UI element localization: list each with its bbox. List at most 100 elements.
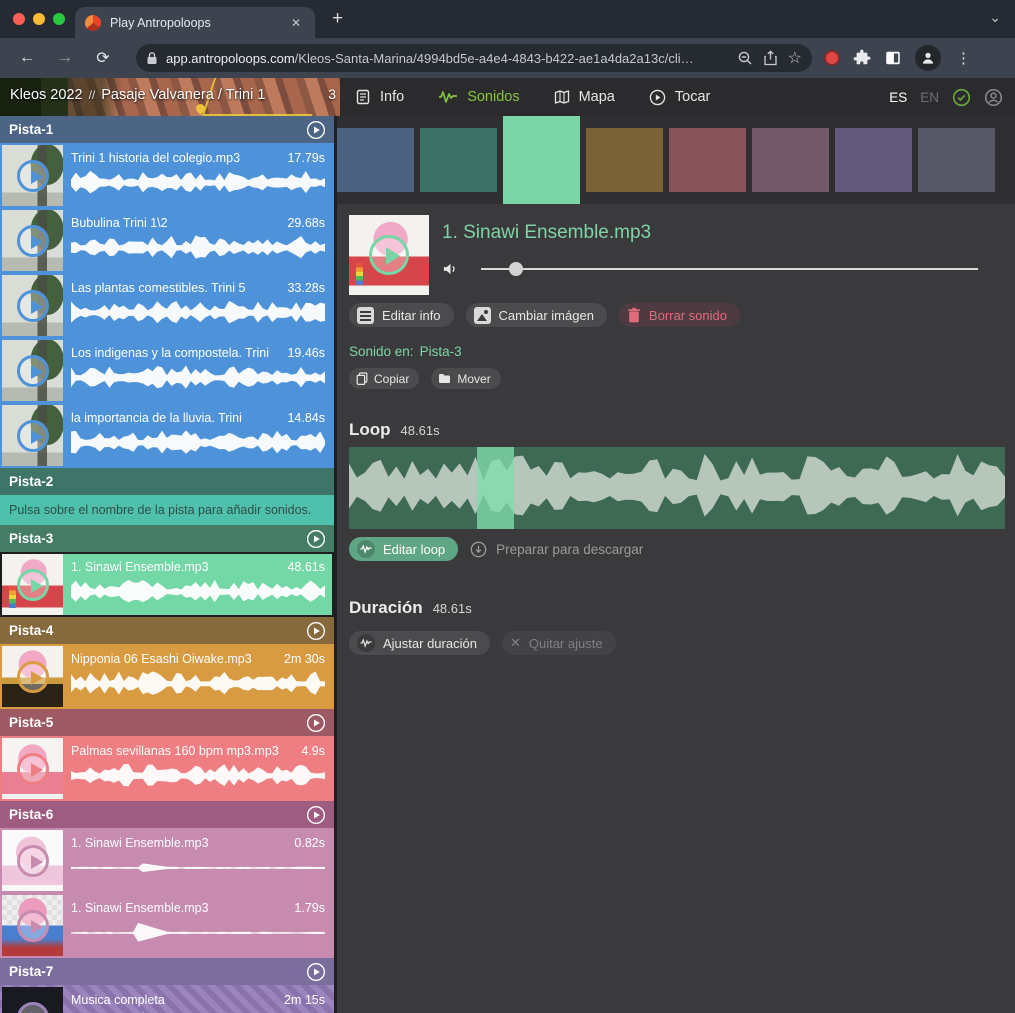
browser-menu-icon[interactable]: ⋮: [956, 49, 971, 67]
track-play-icon[interactable]: [306, 713, 326, 733]
prepare-download-button[interactable]: Preparar para descargar: [470, 541, 643, 558]
loop-heading: Loop 48.61s: [349, 420, 1005, 440]
duration-title: Duración: [349, 598, 423, 618]
clip-row[interactable]: Musica completa2m 15s: [0, 985, 334, 1013]
change-image-button[interactable]: Cambiar imágen: [466, 303, 607, 327]
tab-close-icon[interactable]: ✕: [287, 14, 305, 32]
clip-play-icon[interactable]: [17, 753, 49, 785]
clip-row[interactable]: la importancia de la lluvia. Trini14.84s: [0, 403, 334, 468]
share-icon[interactable]: [763, 50, 778, 66]
sound-image-thumbnail[interactable]: [349, 215, 429, 295]
map-icon: [554, 89, 570, 105]
close-window-button[interactable]: [13, 13, 25, 25]
palette-swatch[interactable]: [586, 128, 663, 192]
side-panel-icon[interactable]: [884, 49, 902, 67]
sync-check-icon[interactable]: [952, 88, 971, 107]
track-header[interactable]: Pista-1: [0, 116, 334, 143]
clip-row[interactable]: 1. Sinawi Ensemble.mp30.82s: [0, 828, 334, 893]
sound-play-icon[interactable]: [369, 235, 409, 275]
clip-play-icon[interactable]: [17, 290, 49, 322]
minimize-window-button[interactable]: [33, 13, 45, 25]
edit-loop-button[interactable]: Editar loop: [349, 537, 458, 561]
adjust-duration-button[interactable]: Ajustar duración: [349, 631, 490, 655]
speaker-icon[interactable]: [442, 261, 459, 277]
clip-play-icon[interactable]: [17, 661, 49, 693]
clip-row[interactable]: Las plantas comestibles. Trini 533.28s: [0, 273, 334, 338]
track-header[interactable]: Pista-5: [0, 709, 334, 736]
peppa-pale-thumbnail: [2, 830, 63, 891]
track-name: Pista-6: [9, 807, 53, 822]
lang-es[interactable]: ES: [889, 90, 907, 105]
clip-body: 1. Sinawi Ensemble.mp348.61s: [63, 554, 332, 615]
loop-waveform[interactable]: [349, 447, 1005, 529]
edit-info-button[interactable]: Editar info: [349, 303, 454, 327]
volume-slider[interactable]: [481, 262, 978, 276]
track-play-icon[interactable]: [306, 805, 326, 825]
breadcrumb-project[interactable]: Kleos 2022: [10, 87, 83, 103]
track-header[interactable]: Pista-2: [0, 468, 334, 495]
clip-row[interactable]: Nipponia 06 Esashi Oiwake.mp32m 30s: [0, 644, 334, 709]
clip-play-icon[interactable]: [17, 569, 49, 601]
palette-swatch[interactable]: [835, 128, 912, 192]
tab-info[interactable]: Info: [355, 89, 404, 105]
clip-play-icon[interactable]: [17, 1002, 49, 1013]
tab-mapa[interactable]: Mapa: [554, 89, 615, 105]
clip-row[interactable]: Trini 1 historia del colegio.mp317.79s: [0, 143, 334, 208]
forward-button[interactable]: →: [51, 44, 79, 72]
clip-row[interactable]: 1. Sinawi Ensemble.mp31.79s: [0, 893, 334, 958]
clip-play-icon[interactable]: [17, 355, 49, 387]
clip-play-icon[interactable]: [17, 910, 49, 942]
clip-row[interactable]: Palmas sevillanas 160 bpm mp3.mp34.9s: [0, 736, 334, 801]
clip-play-icon[interactable]: [17, 420, 49, 452]
move-button[interactable]: Mover: [431, 368, 500, 389]
clip-row[interactable]: 1. Sinawi Ensemble.mp348.61s: [0, 552, 334, 617]
lang-en[interactable]: EN: [920, 90, 939, 105]
palette-swatch[interactable]: [503, 116, 580, 204]
account-icon[interactable]: [984, 88, 1003, 107]
volume-slider-knob[interactable]: [509, 262, 523, 276]
track-play-icon[interactable]: [306, 120, 326, 140]
profile-avatar[interactable]: [915, 45, 941, 71]
palette-swatch[interactable]: [337, 128, 414, 192]
aerial-map-banner[interactable]: 3 Kleos 2022//Pasaje Valvanera / Trini 1: [0, 78, 340, 116]
clip-row[interactable]: Los indigenas y la compostela. Trini19.4…: [0, 338, 334, 403]
sound-in-track-link[interactable]: Pista-3: [420, 344, 462, 359]
zoom-out-icon[interactable]: [737, 50, 753, 66]
track-header[interactable]: Pista-4: [0, 617, 334, 644]
track-section: Pista-4Nipponia 06 Esashi Oiwake.mp32m 3…: [0, 617, 334, 709]
tab-sonidos[interactable]: Sonidos: [438, 89, 519, 105]
new-tab-button[interactable]: +: [332, 8, 343, 30]
clip-play-icon[interactable]: [17, 160, 49, 192]
clip-row[interactable]: Bubulina Trini 1\229.68s: [0, 208, 334, 273]
track-section: Pista-5Palmas sevillanas 160 bpm mp3.mp3…: [0, 709, 334, 801]
palette-swatch[interactable]: [669, 128, 746, 192]
track-play-icon[interactable]: [306, 621, 326, 641]
track-section: Pista-1Trini 1 historia del colegio.mp31…: [0, 116, 334, 468]
delete-sound-button[interactable]: Borrar sonido: [619, 303, 740, 327]
clip-play-icon[interactable]: [17, 225, 49, 257]
remove-adjust-button[interactable]: ✕ Quitar ajuste: [502, 631, 616, 655]
breadcrumb-page[interactable]: Pasaje Valvanera / Trini 1: [101, 87, 265, 103]
track-header[interactable]: Pista-6: [0, 801, 334, 828]
track-header[interactable]: Pista-3: [0, 525, 334, 552]
tab-search-chevron-icon[interactable]: ⌄: [989, 9, 1001, 26]
palette-swatch[interactable]: [420, 128, 497, 192]
palette-swatch[interactable]: [752, 128, 829, 192]
track-header[interactable]: Pista-7: [0, 958, 334, 985]
track-play-icon[interactable]: [306, 529, 326, 549]
track-play-icon[interactable]: [306, 962, 326, 982]
recording-extension-icon[interactable]: [824, 50, 840, 66]
address-bar[interactable]: app.antropoloops.com/Kleos-Santa-Marina/…: [136, 44, 812, 72]
copy-button[interactable]: Copiar: [349, 368, 419, 389]
reload-button[interactable]: ⟳: [89, 44, 117, 72]
bookmark-star-icon[interactable]: ☆: [788, 48, 802, 68]
loop-selection-band[interactable]: [477, 447, 514, 529]
tab-tocar[interactable]: Tocar: [649, 89, 710, 106]
palette-swatch[interactable]: [918, 128, 995, 192]
clip-waveform: [71, 762, 325, 790]
clip-play-icon[interactable]: [17, 845, 49, 877]
zoom-window-button[interactable]: [53, 13, 65, 25]
extensions-puzzle-icon[interactable]: [853, 49, 871, 67]
back-button[interactable]: ←: [13, 44, 41, 72]
browser-tab[interactable]: Play Antropoloops ✕: [75, 7, 315, 38]
